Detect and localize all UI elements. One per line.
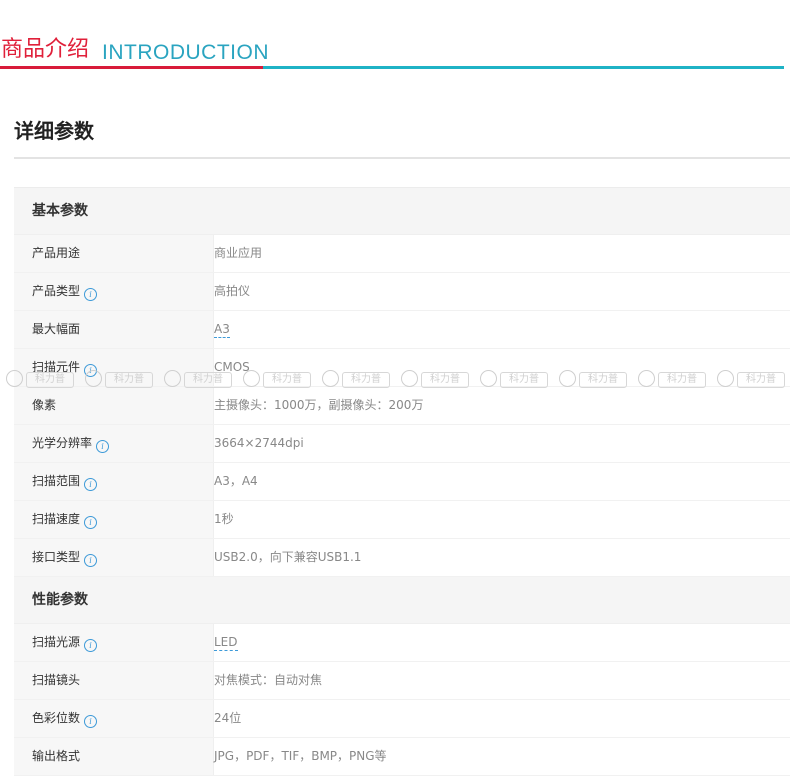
spec-label-text: 产品类型 bbox=[32, 284, 81, 298]
spec-value-text: 主摄像头：1000万，副摄像头：200万 bbox=[214, 398, 424, 412]
spec-row: 光学分辨率 i 3664×2744dpi bbox=[14, 425, 790, 463]
spec-label-text: 光学分辨率 bbox=[32, 436, 93, 450]
info-icon[interactable]: i bbox=[84, 478, 98, 491]
info-icon[interactable]: i bbox=[84, 516, 98, 529]
spec-value: 1秒 bbox=[214, 501, 234, 538]
spec-row: 扫描速度 i 1秒 bbox=[14, 501, 790, 539]
section-title: 性能参数 bbox=[32, 592, 88, 608]
spec-value: 商业应用 bbox=[214, 235, 262, 272]
spec-value-text: A3，A4 bbox=[214, 474, 258, 488]
spec-value-text: CMOS bbox=[214, 360, 250, 374]
spec-label-text: 扫描元件 bbox=[32, 360, 81, 374]
spec-label: 产品类型 i bbox=[14, 273, 214, 310]
spec-label-text: 产品用途 bbox=[32, 246, 81, 260]
spec-label: 扫描范围 i bbox=[14, 463, 214, 500]
spec-label: 色彩位数 i bbox=[14, 700, 214, 737]
spec-label: 像素 bbox=[14, 387, 214, 424]
spec-value-text: 1秒 bbox=[214, 512, 234, 526]
spec-row: 扫描镜头 对焦模式：自动对焦 bbox=[14, 662, 790, 700]
spec-label-text: 像素 bbox=[32, 398, 57, 412]
spec-table: 基本参数 产品用途 商业应用 产品类型 i 高拍仪 最大幅面 A3 扫描元件 i CMOS 像素 主摄像… bbox=[14, 187, 790, 776]
spec-label-text: 扫描光源 bbox=[32, 635, 81, 649]
section-title: 基本参数 bbox=[32, 203, 88, 219]
spec-row: 像素 主摄像头：1000万，副摄像头：200万 bbox=[14, 387, 790, 425]
spec-value-text: 24位 bbox=[214, 711, 242, 725]
spec-label: 扫描镜头 bbox=[14, 662, 214, 699]
spec-value: USB2.0，向下兼容USB1.1 bbox=[214, 539, 361, 576]
spec-label-text: 接口类型 bbox=[32, 550, 81, 564]
spec-label-text: 输出格式 bbox=[32, 749, 81, 763]
spec-label-text: 扫描镜头 bbox=[32, 673, 81, 687]
spec-value: A3，A4 bbox=[214, 463, 258, 500]
intro-title-cn: 商品介绍 bbox=[1, 37, 90, 62]
spec-label-text: 色彩位数 bbox=[32, 711, 81, 725]
spec-row: 产品用途 商业应用 bbox=[14, 235, 790, 273]
intro-title-en: INTRODUCTION bbox=[102, 41, 269, 64]
spec-value-text: USB2.0，向下兼容USB1.1 bbox=[214, 550, 362, 564]
spec-value-text: 商业应用 bbox=[214, 246, 263, 260]
spec-label: 光学分辨率 i bbox=[14, 425, 214, 462]
section-header: 性能参数 bbox=[14, 577, 790, 624]
spec-value: 24位 bbox=[214, 700, 241, 737]
spec-value: CMOS bbox=[214, 349, 250, 386]
spec-label-text: 扫描速度 bbox=[32, 512, 81, 526]
spec-row: 输出格式 JPG，PDF，TIF，BMP，PNG等 bbox=[14, 738, 790, 776]
spec-value[interactable]: LED bbox=[214, 624, 238, 661]
spec-value-text: 对焦模式：自动对焦 bbox=[214, 673, 323, 687]
intro-underline-teal bbox=[263, 66, 784, 69]
spec-label: 接口类型 i bbox=[14, 539, 214, 576]
section-header: 基本参数 bbox=[14, 188, 790, 235]
spec-value: 3664×2744dpi bbox=[214, 425, 304, 462]
spec-value-text: 3664×2744dpi bbox=[214, 436, 304, 450]
spec-row: 扫描元件 i CMOS bbox=[14, 349, 790, 387]
spec-label: 产品用途 bbox=[14, 235, 214, 272]
spec-value-link[interactable]: LED bbox=[214, 635, 238, 651]
info-icon[interactable]: i bbox=[96, 440, 110, 453]
spec-label: 最大幅面 bbox=[14, 311, 214, 348]
detail-divider bbox=[14, 157, 790, 159]
spec-label: 扫描元件 i bbox=[14, 349, 214, 386]
spec-value-link[interactable]: A3 bbox=[214, 322, 230, 338]
spec-value: 高拍仪 bbox=[214, 273, 250, 310]
spec-value-text: 高拍仪 bbox=[214, 284, 251, 298]
spec-value: 主摄像头：1000万，副摄像头：200万 bbox=[214, 387, 423, 424]
intro-underline-red bbox=[0, 66, 263, 69]
info-icon[interactable]: i bbox=[84, 639, 98, 652]
spec-value[interactable]: A3 bbox=[214, 311, 230, 348]
detail-params-title: 详细参数 bbox=[14, 119, 94, 143]
spec-value: 对焦模式：自动对焦 bbox=[214, 662, 322, 699]
spec-value-text: JPG，PDF，TIF，BMP，PNG等 bbox=[214, 749, 387, 763]
spec-label-text: 最大幅面 bbox=[32, 322, 81, 336]
spec-row: 扫描范围 i A3，A4 bbox=[14, 463, 790, 501]
info-icon[interactable]: i bbox=[84, 288, 98, 301]
info-icon[interactable]: i bbox=[84, 364, 98, 377]
spec-row: 接口类型 i USB2.0，向下兼容USB1.1 bbox=[14, 539, 790, 577]
spec-label-text: 扫描范围 bbox=[32, 474, 81, 488]
spec-row: 扫描光源 i LED bbox=[14, 624, 790, 662]
introduction-header: 商品介绍 INTRODUCTION bbox=[0, 36, 790, 70]
spec-row: 色彩位数 i 24位 bbox=[14, 700, 790, 738]
spec-label: 扫描速度 i bbox=[14, 501, 214, 538]
spec-label: 扫描光源 i bbox=[14, 624, 214, 661]
spec-row: 最大幅面 A3 bbox=[14, 311, 790, 349]
info-icon[interactable]: i bbox=[84, 554, 98, 567]
spec-row: 产品类型 i 高拍仪 bbox=[14, 273, 790, 311]
info-icon[interactable]: i bbox=[84, 715, 98, 728]
